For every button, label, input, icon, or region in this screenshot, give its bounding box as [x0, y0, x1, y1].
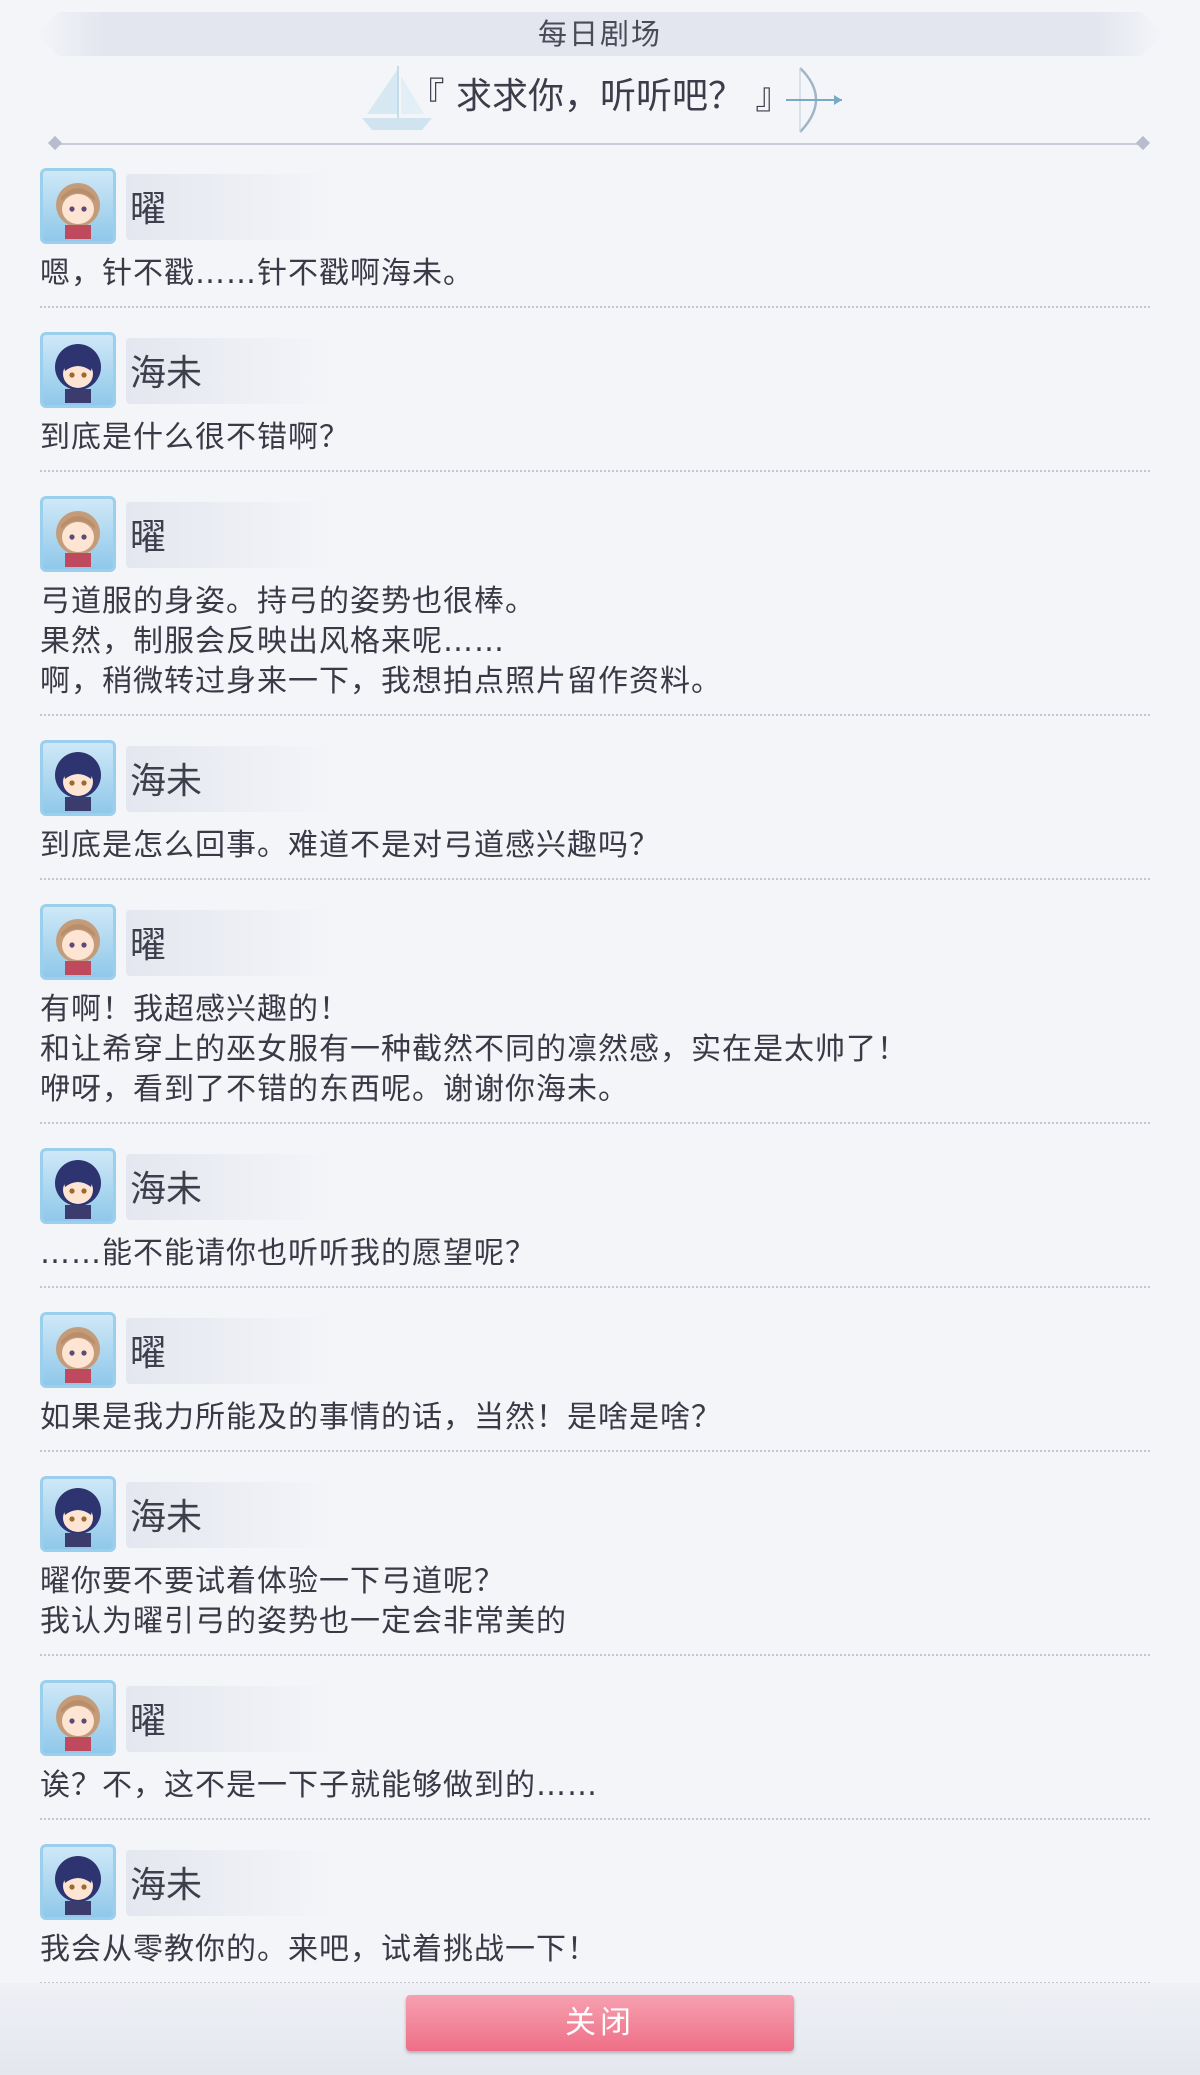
dialogue-text: 有啊！我超感兴趣的！ 和让希穿上的巫女服有一种截然不同的凛然感，实在是太帅了！ …	[40, 992, 908, 1107]
dialogue-entry: 曜 诶？不，这不是一下子就能够做到的……	[40, 1680, 1150, 1820]
speaker-name: 海未	[130, 1169, 203, 1210]
umi-avatar	[40, 1148, 116, 1224]
dialogue-entry: 海未 到底是怎么回事。难道不是对弓道感兴趣吗？	[40, 740, 1150, 880]
umi-avatar	[40, 740, 116, 816]
dialogue-entry: 海未 到底是什么很不错啊？	[40, 332, 1150, 472]
speaker-name: 海未	[130, 761, 203, 802]
divider-diamond-icon	[47, 135, 63, 151]
speaker-name: 曜	[130, 189, 167, 230]
dialogue-text: 我会从零教你的。来吧，试着挑战一下！	[40, 1932, 598, 1967]
dialogue-entry: 曜 嗯，针不戳……针不戳啊海未。	[40, 168, 1150, 308]
you-avatar	[40, 1680, 116, 1756]
page-title: 每日剧场	[537, 17, 662, 51]
episode-title-area: 『 求求你，听听吧？ 』	[0, 62, 1200, 137]
you-avatar	[40, 904, 116, 980]
dialogue-entry: 海未 曜你要不要试着体验一下弓道呢？ 我认为曜引弓的姿势也一定会非常美的	[40, 1476, 1150, 1656]
speaker-name: 曜	[130, 925, 167, 966]
episode-title: 『 求求你，听听吧？ 』	[408, 76, 792, 117]
you-avatar	[40, 1312, 116, 1388]
you-avatar	[40, 168, 116, 244]
speaker-name: 曜	[130, 1333, 167, 1374]
dialogue-entry: 海未 我会从零教你的。来吧，试着挑战一下！	[40, 1844, 1150, 1984]
dialogue-log[interactable]: 曜 嗯，针不戳……针不戳啊海未。 海未 到底是什么很不错啊？ 曜 弓道服的身姿。…	[0, 168, 1200, 2008]
bow-arrow-icon	[786, 67, 842, 133]
dialogue-text: ……能不能请你也听听我的愿望呢？	[40, 1236, 536, 1271]
dialogue-text: 如果是我力所能及的事情的话，当然！是啥是啥？	[40, 1400, 722, 1435]
dialogue-text: 弓道服的身姿。持弓的姿势也很棒。 果然，制服会反映出风格来呢…… 啊，稍微转过身…	[40, 584, 722, 699]
dialogue-text: 嗯，针不戳……针不戳啊海未。	[40, 256, 474, 291]
umi-avatar	[40, 1476, 116, 1552]
umi-avatar	[40, 332, 116, 408]
dialogue-entry: 曜 如果是我力所能及的事情的话，当然！是啥是啥？	[40, 1312, 1150, 1452]
dialogue-entry: 海未 ……能不能请你也听听我的愿望呢？	[40, 1148, 1150, 1288]
close-button[interactable]: 关闭	[406, 1995, 794, 2051]
dialogue-text: 到底是怎么回事。难道不是对弓道感兴趣吗？	[40, 828, 660, 863]
you-avatar	[40, 496, 116, 572]
dialogue-text: 曜你要不要试着体验一下弓道呢？ 我认为曜引弓的姿势也一定会非常美的	[40, 1564, 567, 1639]
dialogue-text: 诶？不，这不是一下子就能够做到的……	[40, 1768, 598, 1803]
dialogue-entry: 曜 有啊！我超感兴趣的！ 和让希穿上的巫女服有一种截然不同的凛然感，实在是太帅了…	[40, 904, 1150, 1124]
header-divider	[47, 135, 1151, 152]
speaker-name: 海未	[130, 1497, 203, 1538]
dialogue-text: 到底是什么很不错啊？	[40, 420, 350, 455]
dialogue-entry: 曜 弓道服的身姿。持弓的姿势也很棒。 果然，制服会反映出风格来呢…… 啊，稍微转…	[40, 496, 1150, 716]
speaker-name: 海未	[130, 353, 203, 394]
speaker-name: 曜	[130, 1701, 167, 1742]
speaker-name: 曜	[130, 517, 167, 558]
speaker-name: 海未	[130, 1865, 203, 1906]
divider-diamond-icon	[1135, 135, 1151, 151]
umi-avatar	[40, 1844, 116, 1920]
